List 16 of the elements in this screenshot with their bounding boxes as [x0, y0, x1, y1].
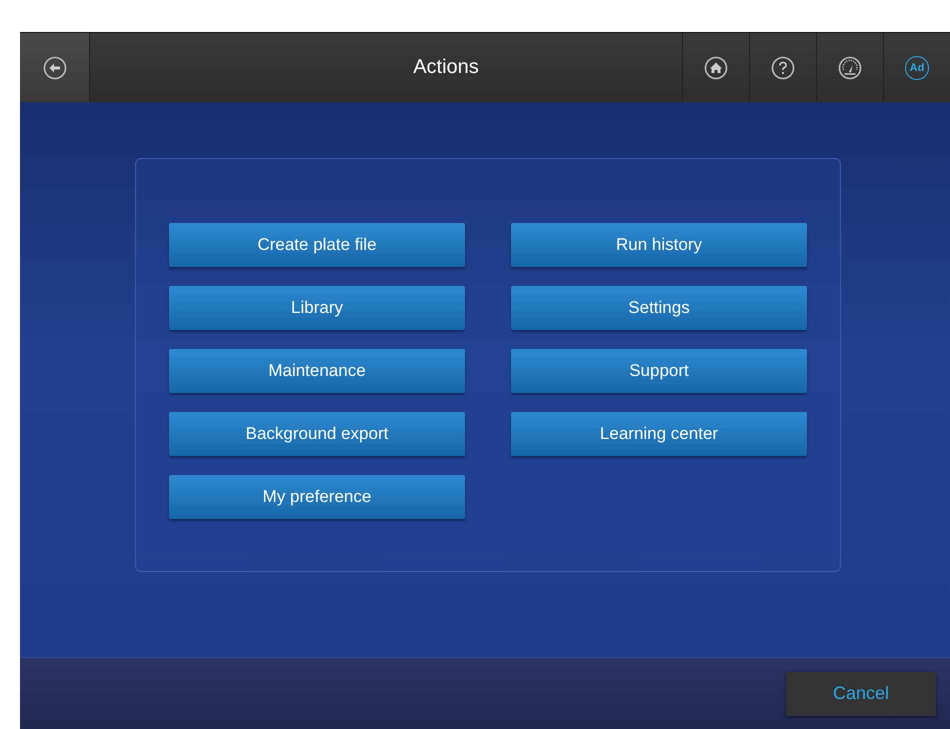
home-icon	[704, 56, 728, 80]
gauge-icon	[838, 56, 862, 80]
action-button[interactable]: Create plate file	[169, 223, 465, 267]
action-button[interactable]: Settings	[511, 286, 807, 330]
back-icon	[42, 56, 66, 80]
action-button[interactable]: Learning center	[511, 412, 807, 456]
action-button[interactable]: Maintenance	[169, 349, 465, 393]
action-button[interactable]: Library	[169, 286, 465, 330]
action-button[interactable]: Support	[511, 349, 807, 393]
action-button[interactable]: Background export	[169, 412, 465, 456]
action-button[interactable]: Run history	[511, 223, 807, 267]
action-button[interactable]: My preference	[169, 475, 465, 519]
cancel-button[interactable]: Cancel	[786, 672, 936, 716]
back-button[interactable]	[20, 33, 90, 102]
window-title: Actions	[412, 55, 480, 80]
help-icon	[771, 56, 795, 80]
